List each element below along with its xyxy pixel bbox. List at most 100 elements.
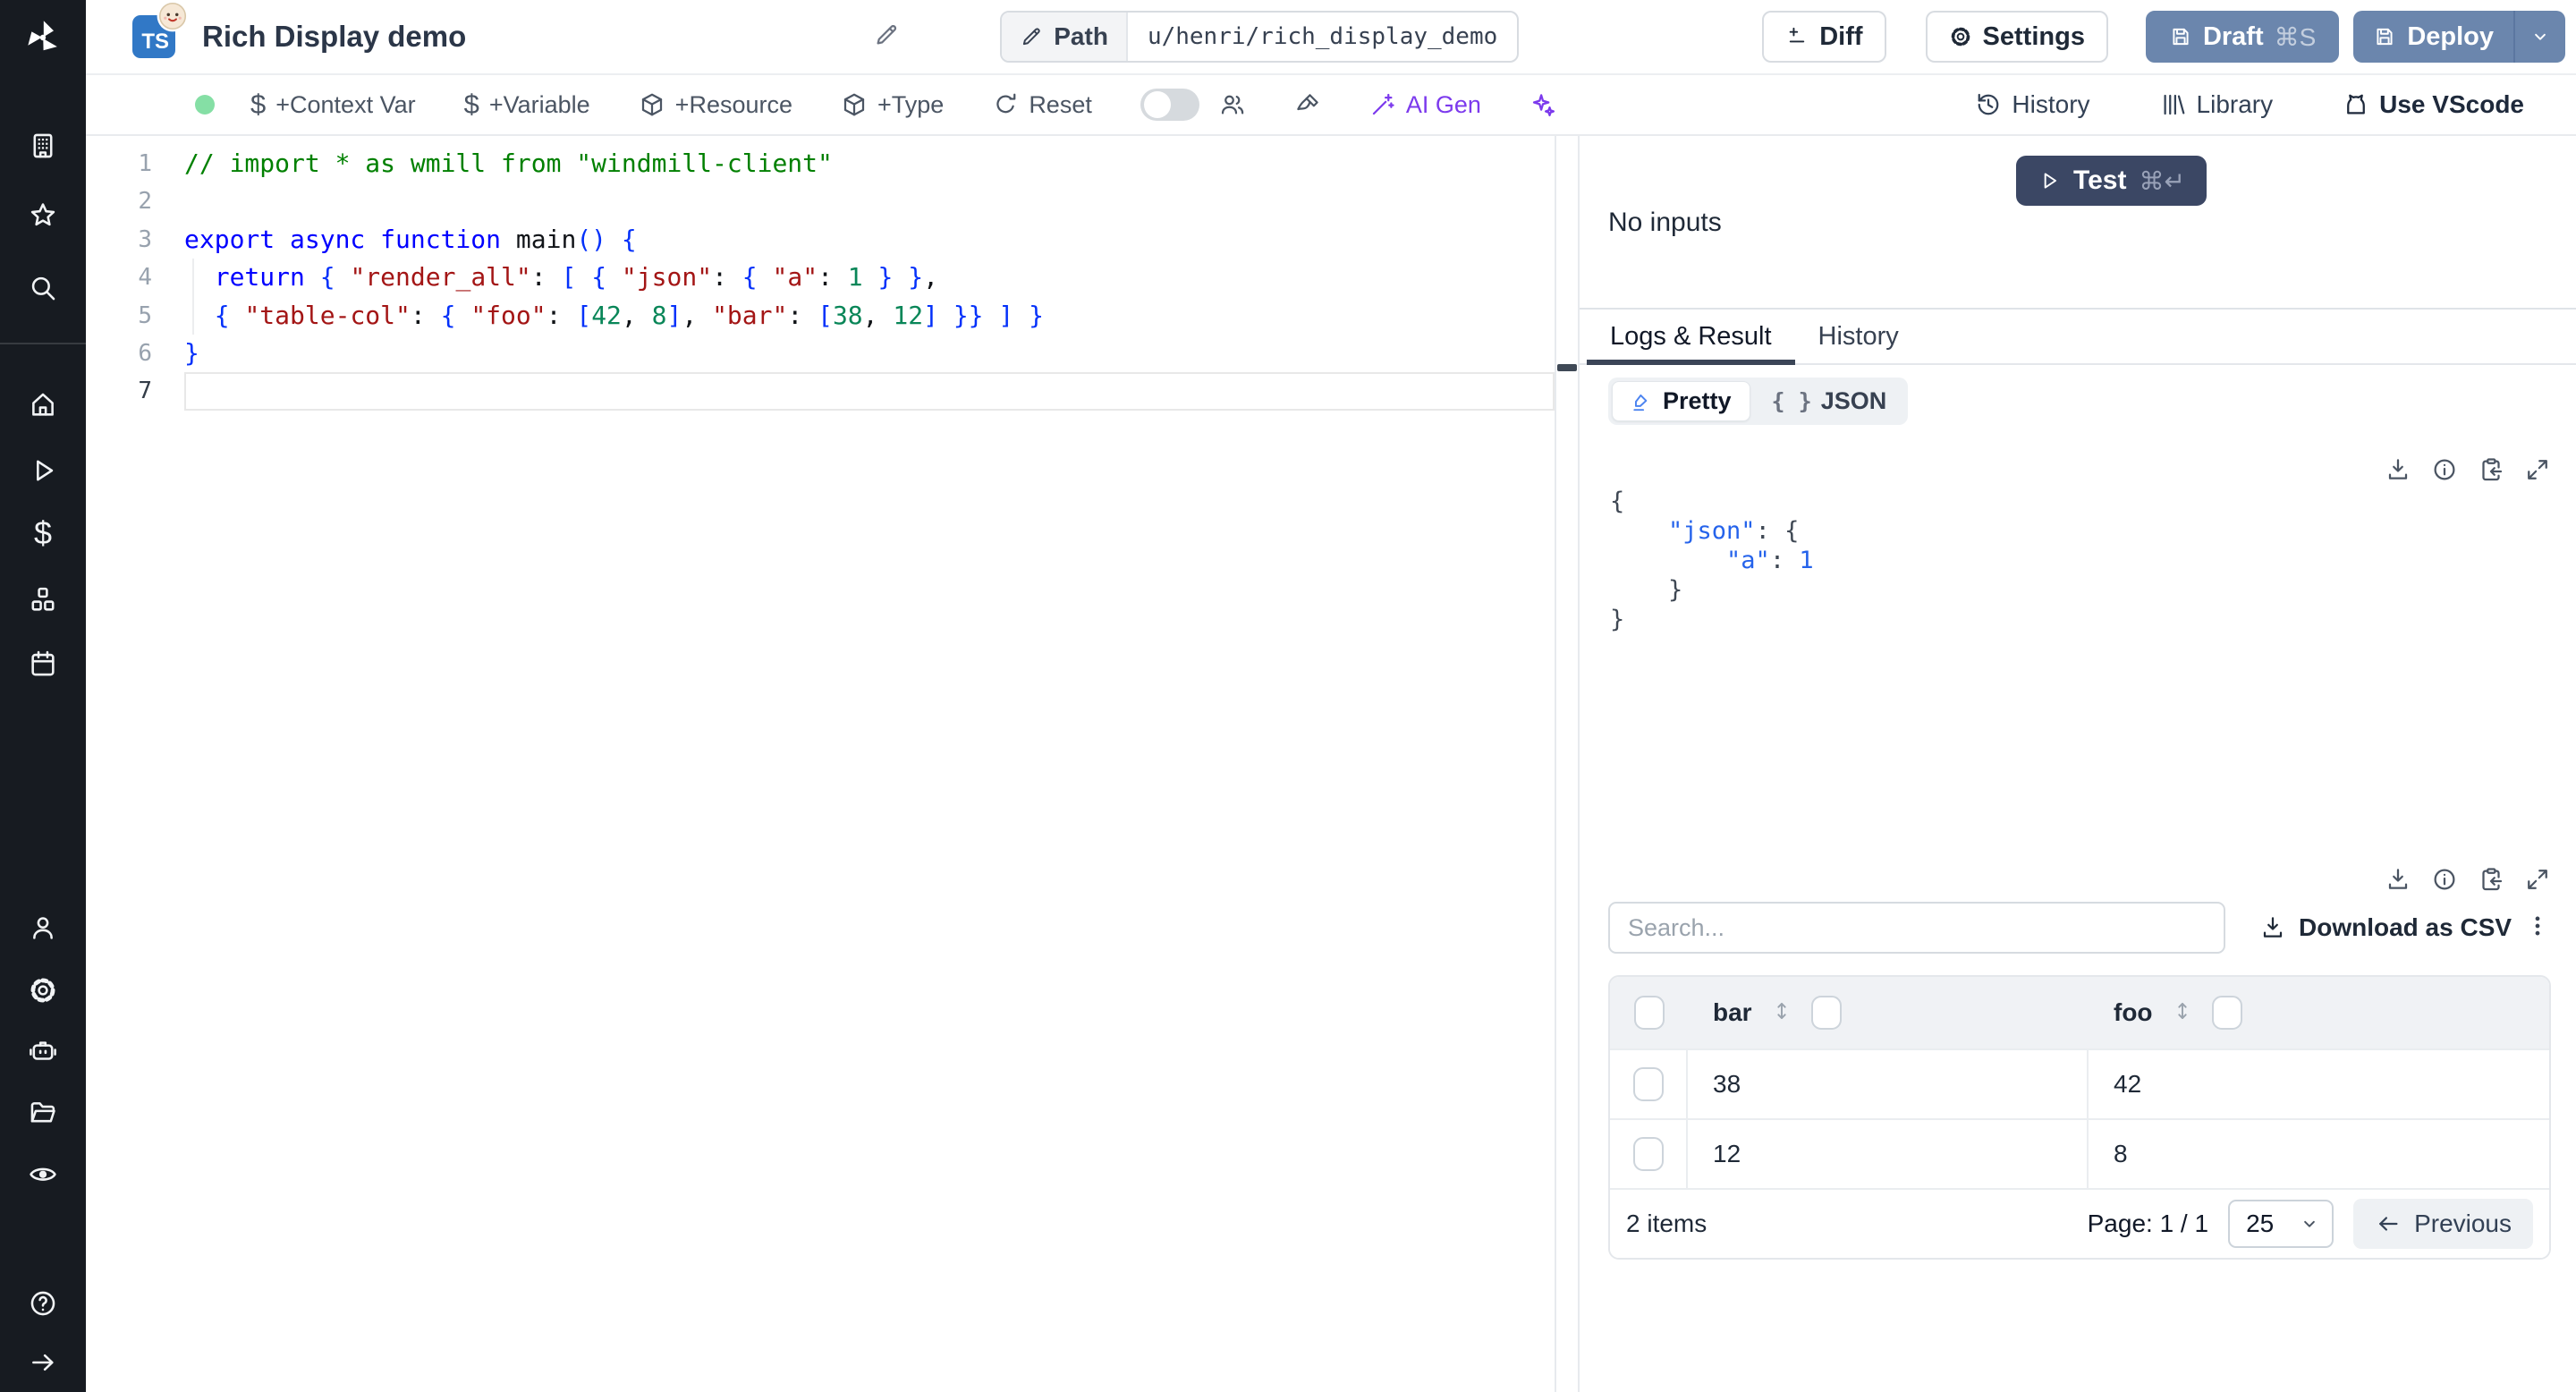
download-icon [2263,917,2283,938]
resources-cubes-icon[interactable] [28,584,58,615]
refresh-icon [996,93,1016,114]
result-actions [2385,456,2551,483]
select-all-checkbox[interactable] [1633,996,1665,1030]
table-header: bar foo [1610,977,2549,1048]
play-icon [2044,173,2057,189]
variables-dollar-icon[interactable]: $ [28,517,58,549]
copy-clipboard-icon[interactable] [2478,456,2504,483]
previous-page-button[interactable]: Previous [2353,1199,2533,1249]
collab-toggle[interactable] [1140,89,1199,121]
line-number: 4 [138,264,152,292]
use-vscode-button[interactable]: Use VScode [2343,90,2524,119]
favorites-star-icon[interactable] [28,200,58,231]
code-editor[interactable]: 1 2 3 4 5 6 7 // import * as wmill from "windm… [86,136,1555,1392]
arrow-left-icon [2379,1217,2398,1231]
info-icon[interactable] [2431,456,2458,483]
row-checkbox[interactable] [1632,1067,1664,1101]
table-cell: 38 [1688,1050,2089,1118]
page-indicator: Page: 1 / 1 [2087,1210,2209,1237]
add-resource-button[interactable]: +Resource [639,91,792,119]
table-cell: 12 [1688,1120,2089,1188]
vscode-cat-icon [2347,94,2366,115]
expand-icon[interactable] [2524,456,2551,483]
settings-gear-icon[interactable] [28,975,58,1006]
search-icon[interactable] [28,273,58,303]
status-dot [195,95,215,115]
emoji-badge-icon [157,0,189,32]
panel-splitter[interactable] [1555,136,1580,1392]
json-view-button[interactable]: { } JSON [1754,381,1905,421]
plus-minus-icon [1789,27,1805,43]
folders-icon[interactable] [28,1098,58,1128]
line-number: 1 [138,150,152,177]
table-search-input[interactable] [1608,902,2225,954]
library-button[interactable]: Library [2160,90,2273,119]
column-header-foo: foo [2089,977,2549,1048]
ai-sparkles-icon[interactable] [1530,91,1556,118]
tab-history[interactable]: History [1795,310,1922,363]
table-menu-kebab-icon[interactable] [2524,912,2551,944]
expand-sidebar-arrow-icon[interactable] [28,1347,58,1378]
ai-gen-button[interactable]: AI Gen [1369,91,1481,119]
help-icon[interactable] [28,1288,58,1319]
copy-clipboard-icon[interactable] [2478,866,2504,893]
workers-robot-icon[interactable] [28,1036,58,1066]
code-line: // import * as wmill from "windmill-clie… [184,149,833,178]
add-context-var-button[interactable]: $ +Context Var [250,90,416,119]
history-button[interactable]: History [1975,90,2090,119]
user-icon[interactable] [28,912,58,943]
audit-eye-icon[interactable] [28,1159,58,1189]
column-toggle-checkbox[interactable] [1810,996,1842,1030]
home-icon[interactable] [28,389,58,420]
result-json: { "json": { "a": 1 }} [1610,487,1814,634]
line-number: 3 [138,225,152,253]
path-button[interactable]: Path u/henri/rich_display_demo [1000,11,1520,63]
download-icon[interactable] [2385,456,2411,483]
row-checkbox[interactable] [1632,1137,1664,1171]
info-icon[interactable] [2431,866,2458,893]
sort-icon[interactable] [2171,999,2194,1027]
indent-guide [192,259,194,335]
format-brush-icon[interactable] [1294,91,1321,118]
pretty-view-button[interactable]: Pretty [1612,381,1750,421]
runs-play-icon[interactable] [28,455,58,486]
test-section: Test ⌘↵ No inputs [1580,136,2576,308]
tab-logs-result[interactable]: Logs & Result [1587,310,1795,365]
deploy-button[interactable]: Deploy [2353,11,2513,63]
settings-button[interactable]: Settings [1925,11,2108,63]
table-footer: 2 items Page: 1 / 1 25 Previous [1610,1188,2549,1258]
test-button[interactable]: Test ⌘↵ [2016,156,2207,206]
table-toolbar: Download as CSV [1608,902,2551,954]
draft-button[interactable]: Draft ⌘S [2145,11,2340,63]
code-line: export async function main() { [184,224,637,254]
expand-icon[interactable] [2524,866,2551,893]
code-line: { "table-col": { "foo": [42, 8], "bar": … [214,300,1044,330]
code-line: } [184,337,199,368]
download-icon[interactable] [2385,866,2411,893]
topbar: TS Rich Display demo Path u/henri/rich_d… [86,0,2576,75]
code-line: } [1668,576,1683,604]
download-csv-button[interactable]: Download as CSV [2259,913,2512,942]
windmill-app: $ TS Rich Display demo Path u/henri/rich… [0,0,2576,1392]
code-lines: // import * as wmill from "windmill-clie… [184,145,1555,411]
collaborators-users-icon[interactable] [1219,91,1246,118]
sort-icon[interactable] [1770,999,1793,1027]
highlighter-icon [1633,394,1648,411]
run-panel: Test ⌘↵ No inputs Logs & Result History … [1580,136,2576,1392]
add-variable-button[interactable]: $ +Variable [464,90,590,119]
draft-shortcut: ⌘S [2274,22,2317,51]
column-toggle-checkbox[interactable] [2211,996,2242,1030]
splitter-grip-handle[interactable] [1557,364,1577,371]
deploy-dropdown-button[interactable] [2513,11,2565,63]
schedules-calendar-icon[interactable] [28,649,58,679]
diff-button[interactable]: Diff [1762,11,1886,63]
gear-icon [1951,27,1970,47]
workspace-building-icon[interactable] [28,131,58,161]
edit-title-pencil-icon[interactable] [873,21,900,53]
reset-button[interactable]: Reset [992,91,1092,119]
add-type-button[interactable]: +Type [841,91,944,119]
page-size-select[interactable]: 25 [2228,1200,2334,1248]
typescript-badge: TS [132,0,189,58]
code-area[interactable]: // import * as wmill from "windmill-clie… [184,145,1555,1392]
windmill-logo-icon[interactable] [21,16,64,59]
